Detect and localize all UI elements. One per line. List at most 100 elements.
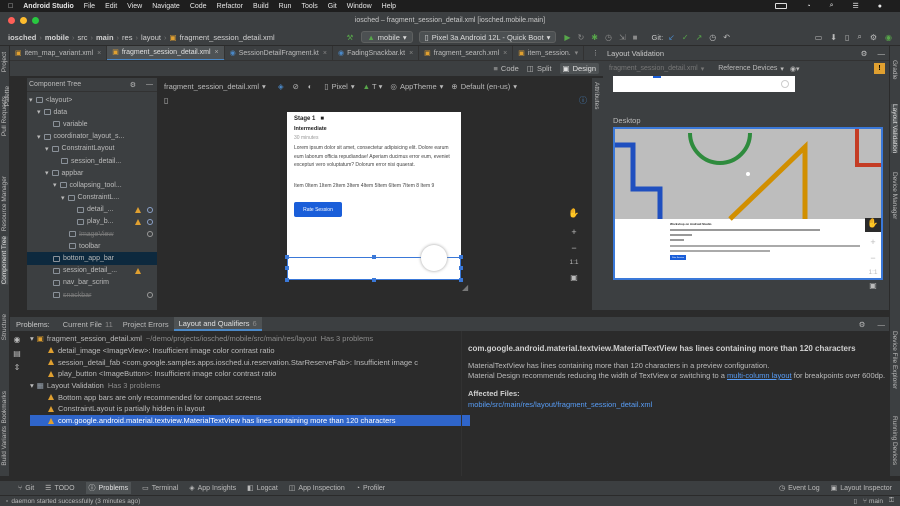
phone-preview-top[interactable] bbox=[613, 76, 795, 92]
device-manager-tool-tab[interactable]: Device Manager bbox=[891, 172, 898, 219]
settings-icon[interactable]: ⚙ bbox=[870, 33, 877, 42]
design-mode-button[interactable]: ▣ Design bbox=[559, 63, 599, 74]
theme-select[interactable]: AppTheme bbox=[400, 82, 437, 91]
run-icon[interactable]: ▶ bbox=[564, 33, 570, 42]
tree-node-constraint-layout[interactable]: ▾ ConstraintLayout bbox=[27, 143, 157, 155]
gradle-tool-tab[interactable]: Gradle bbox=[891, 60, 898, 80]
breadcrumb-layout[interactable]: layout bbox=[141, 33, 161, 42]
hidden-icon[interactable] bbox=[147, 292, 153, 299]
app-inspection-tool-button[interactable]: ◫ App Inspection bbox=[289, 484, 345, 493]
logcat-tool-button[interactable]: ◧ Logcat bbox=[247, 484, 278, 493]
resize-handle-icon[interactable]: ◢ bbox=[462, 283, 468, 292]
zoom-window-button[interactable] bbox=[32, 17, 39, 24]
tree-node-appbar[interactable]: ▾ appbar bbox=[27, 167, 157, 179]
warning-icon[interactable] bbox=[135, 218, 141, 225]
tree-node-coordinator-layout[interactable]: ▾ coordinator_layout_s... bbox=[27, 131, 157, 143]
breadcrumb-mobile[interactable]: mobile bbox=[45, 33, 69, 42]
multi-column-layout-link[interactable]: multi-column layout bbox=[727, 371, 792, 380]
run-config-select[interactable]: ▲ mobile ▾ bbox=[361, 31, 413, 43]
warning-icon[interactable] bbox=[135, 267, 141, 274]
rate-session-button[interactable]: Rate Session bbox=[294, 202, 342, 217]
lock-icon[interactable]: ⚿ bbox=[889, 497, 894, 505]
git-push-icon[interactable]: ↗ bbox=[696, 33, 703, 42]
tab-project-errors[interactable]: Project Errors bbox=[118, 317, 174, 331]
problems-settings-icon[interactable]: ⚙ bbox=[859, 320, 866, 329]
validation-file[interactable]: fragment_session_detail.xml bbox=[609, 65, 698, 72]
git-branch[interactable]: main bbox=[869, 498, 883, 505]
device-mirror-icon[interactable]: ▭ bbox=[815, 33, 823, 42]
app-menu[interactable]: Android Studio bbox=[23, 3, 74, 10]
eye-icon[interactable] bbox=[147, 218, 153, 225]
attributes-tool-tab[interactable]: Attributes bbox=[593, 82, 600, 109]
info-icon[interactable]: ⓘ bbox=[579, 95, 587, 106]
menu-tools[interactable]: Tools bbox=[301, 3, 317, 10]
problem-item-material-textview[interactable]: com.google.android.material.textview.Mat… bbox=[30, 414, 470, 427]
device-select[interactable]: ▯ Pixel 3a Android 12L - Quick Boot ▾ bbox=[418, 31, 557, 43]
minimize-window-button[interactable] bbox=[20, 17, 27, 24]
avd-icon[interactable]: ▯ bbox=[845, 33, 849, 42]
profiler-tool-button[interactable]: ◔ Profiler bbox=[356, 485, 385, 492]
problems-eye-icon[interactable]: ◉ bbox=[10, 335, 24, 349]
apple-icon[interactable]:  bbox=[8, 3, 13, 10]
memory-indicator-icon[interactable]: ▯ bbox=[853, 497, 857, 505]
zoom-in-button[interactable]: + bbox=[566, 227, 582, 243]
control-center-icon[interactable]: ☰ bbox=[852, 2, 858, 10]
eye-icon[interactable] bbox=[147, 206, 153, 213]
layout-inspector-tool-button[interactable]: ▣ Layout Inspector bbox=[831, 484, 892, 493]
layout-validation-tool-tab[interactable]: Layout Validation bbox=[891, 104, 898, 154]
debug-icon[interactable]: ✱ bbox=[591, 33, 598, 42]
tree-node-nav-bar-scrim[interactable]: nav_bar_scrim bbox=[27, 277, 157, 289]
locale-icon[interactable]: ⊕ bbox=[451, 82, 457, 91]
terminal-tool-button[interactable]: ▭ Terminal bbox=[142, 484, 178, 493]
hidden-icon[interactable] bbox=[147, 231, 153, 238]
git-rollback-icon[interactable]: ↶ bbox=[723, 33, 730, 42]
profile-icon[interactable]: ◷ bbox=[605, 33, 612, 42]
siri-icon[interactable]: ● bbox=[878, 3, 882, 10]
spotlight-icon[interactable]: ⌕ bbox=[830, 2, 834, 10]
close-window-button[interactable] bbox=[8, 17, 15, 24]
problem-item-play-button[interactable]: play_button <ImageButton>: Insufficient … bbox=[30, 368, 276, 380]
bookmarks-tool-tab[interactable]: Bookmarks bbox=[1, 391, 8, 424]
breadcrumb-res[interactable]: res bbox=[122, 33, 132, 42]
fit-screen-icon[interactable]: ▣ bbox=[566, 273, 582, 285]
structure-tool-tab[interactable]: Structure bbox=[1, 314, 8, 340]
android-icon[interactable]: ◉ bbox=[885, 33, 892, 42]
tree-node-variable[interactable]: variable bbox=[27, 118, 157, 130]
desktop-preview[interactable]: Workshop on Android Studio Rate Session bbox=[613, 127, 883, 280]
breadcrumb-project[interactable]: iosched bbox=[8, 33, 36, 42]
orientation-icon[interactable]: ▯ bbox=[324, 82, 328, 91]
zoom-ratio[interactable]: 1:1 bbox=[566, 259, 582, 273]
menu-code[interactable]: Code bbox=[190, 3, 207, 10]
theme-icon[interactable]: ◎ bbox=[390, 82, 397, 91]
fab-preview[interactable] bbox=[421, 245, 447, 271]
tree-settings-icon[interactable]: ⚙ bbox=[130, 81, 136, 89]
problems-expand-icon[interactable]: ⇕ bbox=[10, 363, 24, 377]
tree-hide-icon[interactable]: — bbox=[146, 81, 153, 88]
tree-node-imageview[interactable]: ImageView bbox=[27, 228, 157, 240]
night-mode-icon[interactable]: ◐ bbox=[308, 82, 313, 91]
device-select-canvas[interactable]: Pixel bbox=[332, 82, 348, 91]
menu-git[interactable]: Git bbox=[328, 3, 337, 10]
validation-fit-icon[interactable]: ▣ bbox=[865, 281, 881, 290]
menu-window[interactable]: Window bbox=[347, 3, 372, 10]
git-tool-button[interactable]: ⑂ Git bbox=[18, 485, 34, 492]
stop-icon[interactable]: ■ bbox=[633, 33, 638, 42]
visibility-icon[interactable]: ◉▾ bbox=[790, 65, 800, 73]
tree-node-play-button[interactable]: play_b... bbox=[27, 216, 157, 228]
search-icon[interactable]: ⌕ bbox=[857, 32, 861, 42]
tab-layout-and-qualifiers[interactable]: Layout and Qualifiers 6 bbox=[173, 317, 262, 331]
git-commit-icon[interactable]: ✓ bbox=[682, 33, 689, 42]
battery-icon[interactable] bbox=[775, 3, 788, 9]
tree-node-layout[interactable]: ▾ <layout> bbox=[27, 94, 157, 106]
tree-node-snackbar[interactable]: snackbar bbox=[27, 289, 157, 301]
validation-warning-icon[interactable]: ! bbox=[874, 63, 885, 74]
validation-settings-icon[interactable]: ⚙ bbox=[861, 49, 868, 58]
validation-hide-icon[interactable]: — bbox=[878, 49, 886, 58]
problem-item-detail-image[interactable]: detail_image <ImageView>: Insufficient i… bbox=[30, 345, 275, 357]
build-variants-tool-tab[interactable]: Build Variants bbox=[1, 426, 8, 466]
todo-tool-button[interactable]: ☰ TODO bbox=[45, 484, 74, 493]
menu-run[interactable]: Run bbox=[279, 3, 292, 10]
problems-preview-icon[interactable]: ▤ bbox=[10, 349, 24, 363]
git-update-icon[interactable]: ↙ bbox=[668, 33, 675, 42]
tab-fragment-search[interactable]: ▣ fragment_search.xml × bbox=[419, 46, 514, 60]
